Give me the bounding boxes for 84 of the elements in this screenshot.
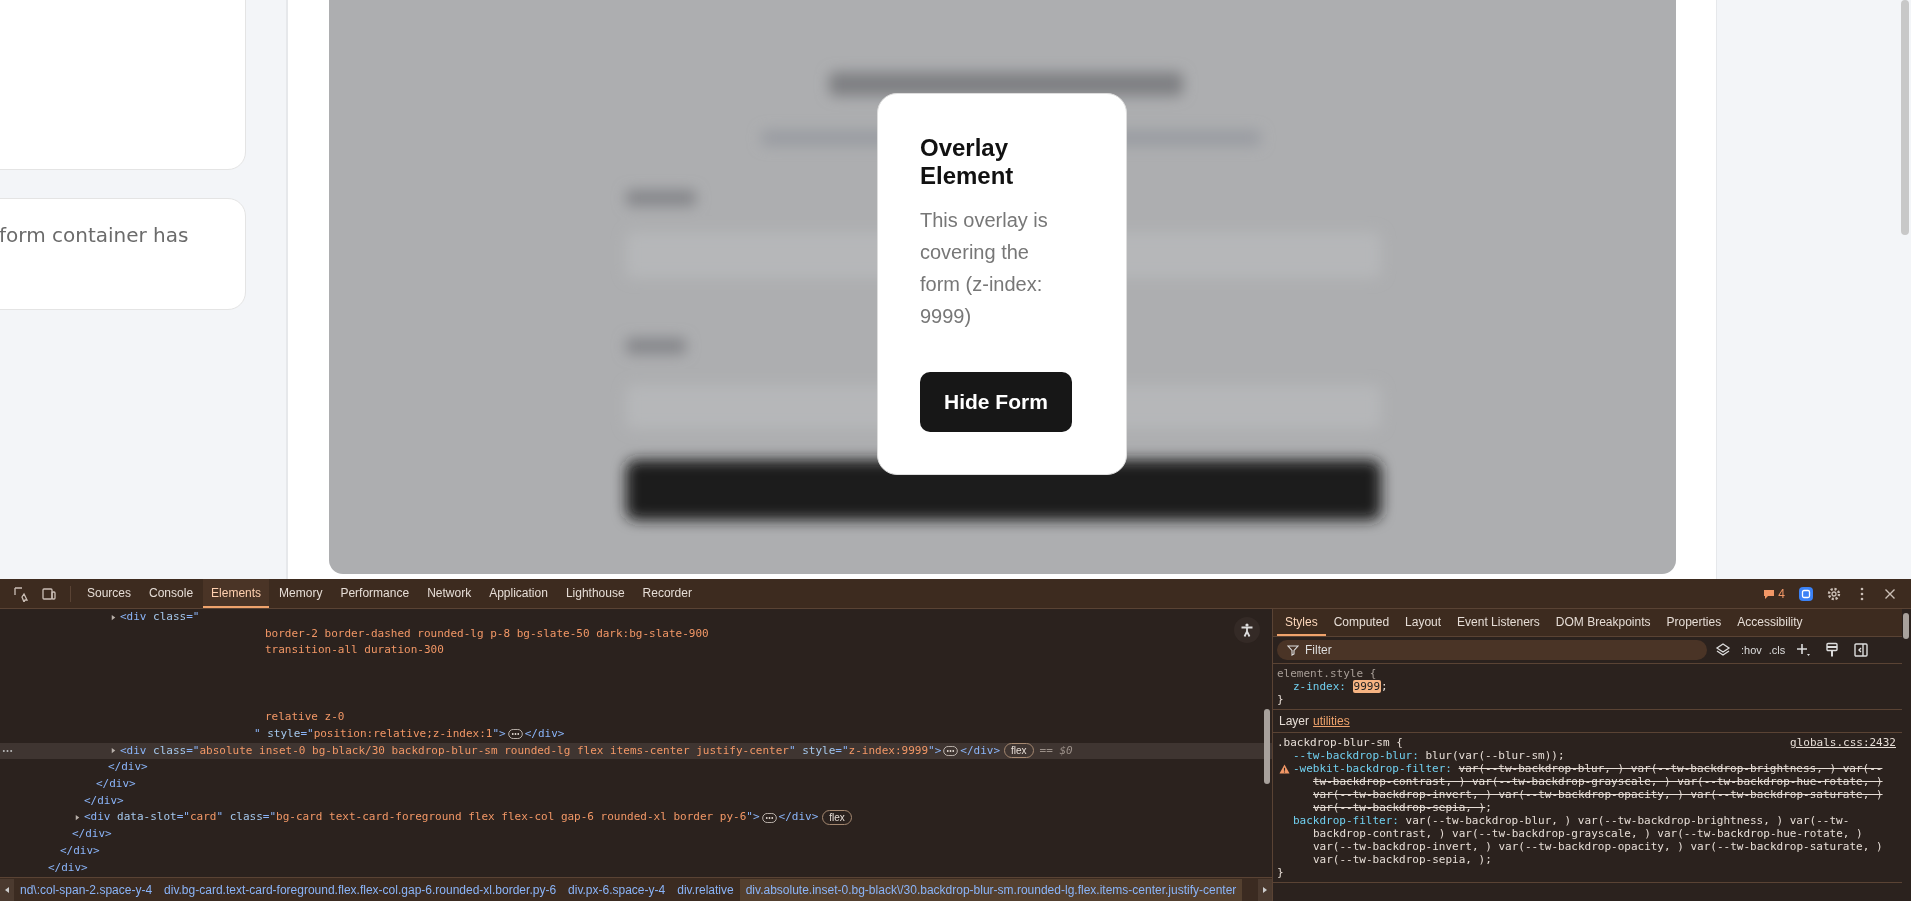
overlay-description: This overlay is covering the form (z-index: 9999): [920, 208, 1049, 329]
scroll-left-icon[interactable]: [0, 878, 14, 901]
warning-icon: [1279, 764, 1290, 774]
css-declaration: --tw-backdrop-blur: blur(var(--blur-sm));: [1293, 749, 1566, 762]
styles-tab[interactable]: Accessibility: [1729, 615, 1811, 636]
styles-tab[interactable]: Layout: [1397, 615, 1450, 636]
devtools-tab[interactable]: Memory: [271, 579, 331, 608]
closing-tag: </div>: [524, 725, 565, 743]
code-line: " style="position:relative;z-index:1">: [254, 725, 506, 742]
toggle-button[interactable]: .cls: [1766, 644, 1788, 656]
settings-icon[interactable]: [1826, 585, 1842, 602]
layers-icon[interactable]: [1715, 642, 1731, 658]
breadcrumb[interactable]: div.bg-card.text-card-foreground.flex.flex-col.gap-6.rounded-xl.border.py-6: [158, 878, 563, 901]
code-line: border-2 border-dashed rounded-lg p-8 bg-slate-50 dark:bg-slate-900: [265, 625, 709, 642]
filter-field[interactable]: Filter: [1277, 640, 1707, 660]
styles-tab[interactable]: Computed: [1325, 615, 1398, 636]
breadcrumb[interactable]: div.absolute.inset-0.bg-black\/30.backdrop-blur-sm.rounded-lg.flex.items-center.justify-center: [739, 878, 1243, 901]
css-declaration: -webkit-backdrop-filter: var(--tw-backdrop-blur, ) var(--tw-backdrop-brightness, ) var(--tw-backdrop-contrast, ) var(--tw-backdrop-grayscale, ) var(--tw-backdrop-hue-rotate, ) var(--tw-backdrop-invert, ) var(--tw-backdrop-opacity, ) var(--tw-backdrop-saturate, ) var(--tw-backdrop-sepia, );: [1293, 762, 1884, 814]
closing-brace: }: [1277, 693, 1285, 707]
closing-tag: </div>: [72, 826, 112, 843]
scrollbar[interactable]: [1264, 709, 1270, 784]
devtools-tab[interactable]: Sources: [79, 579, 140, 608]
accessibility-button[interactable]: [1234, 617, 1260, 643]
styles-tab[interactable]: DOM Breakpoints: [1547, 615, 1659, 636]
code-line: relative z-0: [265, 709, 345, 726]
devtools-tab[interactable]: Elements: [203, 579, 270, 608]
assistant-icon[interactable]: [1798, 585, 1814, 602]
devtools-tab[interactable]: Performance: [332, 579, 418, 608]
closing-tag: </div>: [60, 842, 100, 860]
devtools-tab[interactable]: Recorder: [634, 579, 700, 608]
css-selector: element.style {: [1277, 667, 1377, 680]
closing-tag: </div>: [778, 809, 819, 827]
devtools-tab[interactable]: Lighthouse: [557, 579, 633, 608]
styles-tab[interactable]: Properties: [1658, 615, 1730, 636]
hide-form-button[interactable]: Hide Form: [920, 372, 1072, 432]
scrollbar[interactable]: [1901, 0, 1909, 235]
message-icon: [1763, 587, 1776, 600]
scroll-right-icon[interactable]: [1258, 878, 1272, 901]
closing-tag: </div>: [84, 792, 124, 810]
paint-brush-icon[interactable]: [1824, 642, 1841, 658]
devtools-tab[interactable]: Application: [481, 579, 556, 608]
card-text: form container has: [0, 223, 189, 247]
ellipsis-icon[interactable]: [761, 812, 777, 823]
issues-count: 4: [1778, 586, 1785, 601]
person-icon: [1239, 622, 1255, 638]
styles-tab[interactable]: Event Listeners: [1449, 615, 1548, 636]
plus-icon[interactable]: [1795, 642, 1812, 658]
expand-arrow-icon[interactable]: [110, 613, 117, 621]
devtools-tab[interactable]: Network: [419, 579, 480, 608]
inspect-icon[interactable]: [13, 585, 29, 602]
breadcrumb[interactable]: div.relative: [671, 878, 740, 901]
node-reference: == $0: [1039, 742, 1073, 759]
ellipsis-icon[interactable]: [507, 729, 523, 740]
ellipsis-icon[interactable]: [2, 748, 13, 753]
css-declaration: backdrop-filter: var(--tw-backdrop-blur, ) var(--tw-backdrop-brightness, ) var(--tw-backdrop-contrast, ) var(--tw-backdrop-grayscale, ) var(--tw-backdrop-hue-rotate, ) var(--tw-backdrop-invert, ) var(--tw-backdrop-opacity, ) var(--tw-backdrop-saturate, ) var(--tw-backdrop-sepia, );: [1293, 814, 1884, 866]
css-selector: .backdrop-blur-sm {: [1277, 736, 1403, 749]
overlay-title: Overlay Element: [920, 134, 1015, 190]
closing-tag: </div>: [48, 859, 88, 877]
breadcrumb[interactable]: nd\:col-span-2.space-y-4: [14, 878, 159, 901]
expand-arrow-icon[interactable]: [74, 814, 81, 822]
closing-tag: </div>: [96, 776, 136, 793]
expand-arrow-icon[interactable]: [110, 747, 117, 755]
devtools-tab[interactable]: Console: [141, 579, 202, 608]
issues-counter[interactable]: 4: [1763, 586, 1785, 601]
code-line: transition-all duration-300: [265, 642, 444, 659]
sidebar-icon[interactable]: [1853, 642, 1870, 658]
selected-row[interactable]: <div class="absolute inset-0 bg-black/30 backdrop-blur-sm rounded-lg flex items-center justify-center" style="z-index:9999"> </div> flex == $0: [0, 742, 1272, 760]
source-link[interactable]: globals.css:2432: [1790, 736, 1896, 749]
device-icon[interactable]: [41, 585, 57, 602]
toggle-button[interactable]: :hov: [1739, 644, 1764, 656]
breadcrumb[interactable]: div.px-6.space-y-4: [562, 878, 672, 901]
css-declaration: z-index: 9999;: [1293, 680, 1389, 693]
filter-icon: [1287, 644, 1299, 656]
closing-tag: </div>: [960, 742, 1001, 760]
code-line: <div class=": [120, 609, 200, 625]
code-line: <div class="absolute inset-0 bg-black/30 backdrop-blur-sm rounded-lg flex items-center justify-center" style="z-index:9999">: [120, 742, 942, 759]
closing-brace: }: [1277, 866, 1285, 880]
ellipsis-icon[interactable]: [943, 745, 959, 756]
layer-label: Layer: [1279, 714, 1310, 728]
scrollbar[interactable]: [1903, 613, 1909, 639]
code-line: <div data-slot="card" class="bg-card text-card-foreground flex flex-col gap-6 rounded-xl border py-6">: [84, 809, 760, 826]
layer-link[interactable]: utilities: [1313, 714, 1350, 728]
styles-tab[interactable]: Styles: [1277, 615, 1326, 636]
closing-tag: </div>: [108, 759, 148, 776]
